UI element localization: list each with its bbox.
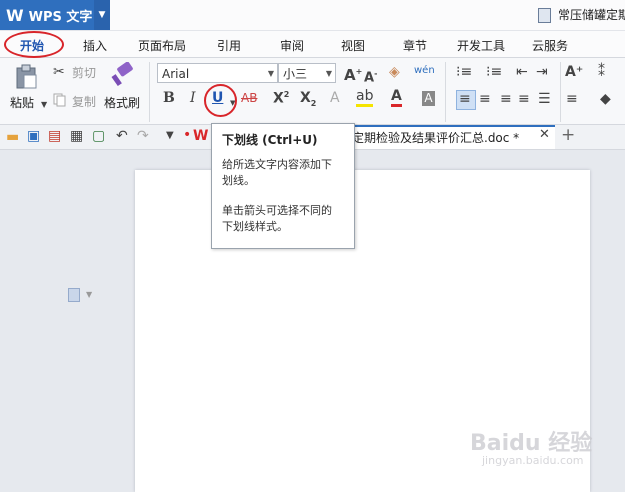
paste-button[interactable]: 粘贴	[10, 94, 34, 111]
subscript-icon[interactable]: X2	[300, 90, 316, 108]
new-tab-icon[interactable]: +	[561, 125, 575, 145]
superscript-icon[interactable]: X2	[273, 90, 289, 107]
distribute-icon[interactable]: ☰	[538, 92, 551, 106]
tab-start-highlight-ring	[4, 31, 64, 58]
asian-layout-icon[interactable]: ⁑	[598, 65, 605, 79]
format-painter-icon[interactable]	[110, 62, 136, 88]
text-effect-icon[interactable]: A	[330, 90, 340, 106]
char-shading-icon[interactable]: A	[422, 91, 435, 106]
copy-button[interactable]: 复制	[72, 93, 96, 110]
redo-icon[interactable]: ↷	[137, 129, 149, 143]
group-separator	[149, 62, 150, 122]
chevron-down-icon: ▼	[267, 69, 274, 78]
tab-insert[interactable]: 插入	[83, 37, 107, 54]
italic-icon[interactable]: I	[190, 90, 196, 106]
group-separator	[560, 62, 561, 122]
print-preview-icon[interactable]: ▢	[92, 129, 105, 143]
tooltip-text-line: 给所选文字内容添加下	[222, 158, 332, 171]
tab-view[interactable]: 视图	[341, 37, 365, 54]
cut-icon[interactable]: ✂	[53, 65, 65, 79]
underline-highlight-ring	[204, 84, 237, 117]
tab-references[interactable]: 引用	[217, 37, 241, 54]
tooltip-text-line: 单击箭头可选择不同的	[222, 204, 332, 217]
shrink-font-icon[interactable]: A-	[364, 67, 377, 85]
strikethrough-icon[interactable]: AB	[241, 91, 257, 105]
app-menu-button[interactable]: W WPS 文字	[0, 0, 94, 30]
tab-page-layout[interactable]: 页面布局	[138, 37, 186, 54]
ribbon: 粘贴 ▼ ✂ 剪切 复制 格式刷 Arial ▼ 小三 ▼ A+ A- ◈ wé…	[0, 58, 625, 125]
align-center-icon[interactable]: ≡	[479, 92, 491, 106]
wps-logo-icon: W	[6, 5, 24, 25]
font-color-icon[interactable]: A	[391, 88, 402, 107]
grow-font-icon[interactable]: A+	[344, 65, 362, 83]
tooltip-spacer	[222, 189, 344, 203]
watermark-url: jingyan.baidu.com	[482, 454, 584, 467]
chevron-down-icon: ▼	[325, 69, 332, 78]
document-icon	[538, 8, 551, 23]
underline-tooltip: 下划线 (Ctrl+U) 给所选文字内容添加下 划线。 单击箭头可选择不同的 下…	[211, 123, 355, 249]
document-tab-label: 罐定期检验及结果评价汇总.doc *	[340, 131, 520, 145]
close-icon[interactable]: ✕	[539, 127, 550, 142]
watermark: Baidu 经验	[470, 431, 593, 456]
dot-icon: •	[183, 127, 192, 143]
group-separator	[445, 62, 446, 122]
open-folder-icon[interactable]: ▬	[6, 130, 19, 144]
align-left-button[interactable]: ≡	[456, 90, 476, 110]
paste-icon[interactable]	[14, 64, 38, 90]
clear-format-icon[interactable]: ◈	[389, 65, 400, 79]
app-menu-arrow-icon[interactable]: ▼	[94, 0, 110, 30]
shading-icon[interactable]: ◆	[600, 92, 611, 106]
justify-icon[interactable]: ≡	[518, 92, 530, 106]
window-title: 常压储罐定期	[558, 8, 625, 22]
line-spacing-icon[interactable]: ≡	[566, 92, 578, 106]
tooltip-text-line: 下划线样式。	[222, 220, 288, 233]
numbering-icon[interactable]: ⁝≡	[486, 65, 502, 79]
tab-cloud[interactable]: 云服务	[532, 37, 568, 54]
highlight-icon[interactable]: ab	[356, 88, 374, 107]
align-left-icon: ≡	[459, 91, 471, 107]
ribbon-tab-bar: 开始 插入 页面布局 引用 审阅 视图 章节 开发工具 云服务	[0, 31, 625, 58]
tooltip-text-line: 划线。	[222, 174, 255, 187]
phonetic-guide-icon[interactable]: wén	[414, 64, 435, 78]
copy-icon[interactable]	[53, 93, 67, 107]
paste-dropdown-icon[interactable]: ▼	[41, 98, 47, 112]
bullets-icon[interactable]: ⁝≡	[456, 65, 472, 79]
tooltip-title: 下划线 (Ctrl+U)	[222, 133, 318, 147]
cut-button[interactable]: 剪切	[72, 64, 96, 81]
increase-indent-icon[interactable]: ⇥	[536, 65, 548, 79]
font-size-value: 小三	[283, 67, 308, 81]
navigation-pane-icon[interactable]	[68, 288, 80, 302]
font-size-select[interactable]: 小三 ▼	[278, 63, 336, 83]
align-right-icon[interactable]: ≡	[500, 92, 512, 106]
export-pdf-icon[interactable]: ▤	[48, 129, 61, 143]
text-direction-icon[interactable]: A⁺	[565, 65, 583, 79]
undo-icon[interactable]: ↶	[116, 129, 128, 143]
app-name: WPS 文字	[28, 9, 93, 25]
save-icon[interactable]: ▣	[27, 129, 40, 143]
decrease-indent-icon[interactable]: ⇤	[516, 65, 528, 79]
chevron-down-icon[interactable]: ▼	[86, 290, 92, 299]
wps-doc-icon: W	[193, 128, 209, 144]
customize-qab-icon[interactable]: ▼	[166, 129, 174, 143]
tab-section[interactable]: 章节	[403, 37, 427, 54]
font-family-value: Arial	[162, 67, 190, 81]
font-family-select[interactable]: Arial ▼	[157, 63, 278, 83]
tab-developer[interactable]: 开发工具	[457, 37, 505, 54]
tab-review[interactable]: 审阅	[280, 37, 304, 54]
print-icon[interactable]: ▦	[70, 129, 83, 143]
format-painter-button[interactable]: 格式刷	[104, 94, 140, 111]
bold-icon[interactable]: B	[163, 90, 175, 106]
